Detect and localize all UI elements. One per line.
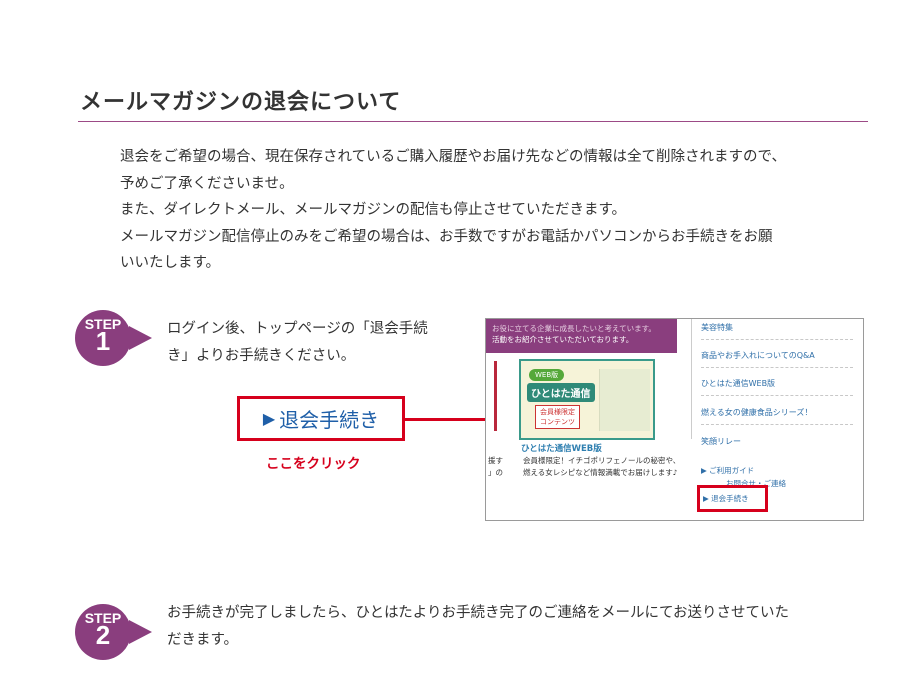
side-menu-item: ひとはた通信WEB版 [701,378,853,396]
shot-accent-bar [494,361,497,431]
shot-banner-line: 活動をお紹介させていただいております。 [492,335,634,344]
shot-item-title: ひとはた通信WEB版 [521,444,602,454]
page-title: メールマガジンの退会について [80,90,402,115]
intro-line: 予めご了承くださいませ。 [120,175,294,192]
side-link-withdraw: ▶ 退会手続き [703,494,749,503]
shot-item-desc: 会員様限定！イチゴポリフェノールの秘密や、燃える女レシピなど情報満載でお届けしま… [523,456,681,477]
side-menu-item: 燃える女の健康食品シリーズ！ [701,407,853,425]
promo-name: ひとはた通信 [527,383,595,402]
shot-left-fragment: 援す 」の [488,456,503,477]
step2-text: お手続きが完了しましたら、ひとはたよりお手続き完了のご連絡をメールにてお送りさせ… [167,600,887,654]
shot-highlight-box: ▶ 退会手続き [697,485,768,512]
step1-line: き」よりお手続きください。 [167,348,356,364]
shot-promo-image: WEB版 ひとはた通信 会員様限定 コンテンツ [519,359,655,440]
intro-text: 退会をご希望の場合、現在保存されているご購入履歴やお届け先などの情報は全て削除さ… [120,144,880,277]
title-divider [78,121,868,122]
intro-line: いいたします。 [120,255,221,271]
intro-line: メールマガジン配信停止のみをご希望の場合は、お手数ですがお電話かパソコンからお手… [120,228,773,245]
play-arrow-icon: ▶ [262,409,276,428]
promo-illustration [599,369,650,431]
shot-divider [691,319,692,439]
intro-line: また、ダイレクトメール、メールマガジンの配信も停止させていただきます。 [120,202,627,218]
step1-text: ログイン後、トップページの「退会手続 き」よりお手続きください。 [167,316,477,370]
side-menu-item: 笑顔リレー [701,437,741,446]
step2-badge: STEP 2 [74,602,154,662]
side-menu-item: 美容特集 [701,322,853,340]
withdraw-button[interactable]: ▶ 退会手続き [237,396,405,441]
promo-tag: WEB版 [529,369,565,381]
step2-line: お手続きが完了しましたら、ひとはたよりお手続き完了のご連絡をメールにてお送りさせ… [167,605,790,621]
side-link-guide: ▶ ご利用ガイド [701,466,755,475]
step1-badge: STEP 1 [74,308,154,368]
intro-line: 退会をご希望の場合、現在保存されているご購入履歴やお届け先などの情報は全て削除さ… [120,149,786,165]
shot-banner: お役に立てる企業に成長したいと考えています。 活動をお紹介させていただいておりま… [486,319,677,353]
promo-members: 会員様限定 コンテンツ [535,405,580,429]
step1-line: ログイン後、トップページの「退会手続 [167,321,428,337]
step2-line: だきます。 [167,632,239,648]
reference-screenshot: お役に立てる企業に成長したいと考えています。 活動をお紹介させていただいておりま… [485,318,864,521]
withdraw-button-label: 退会手続き [279,408,380,432]
step-number: 1 [95,326,111,356]
step-number: 2 [95,620,111,650]
shot-banner-line: お役に立てる企業に成長したいと考えています。 [492,324,656,333]
click-hint: ここをクリック [266,456,361,472]
side-menu-item: 商品やお手入れについてのQ&A [701,350,853,368]
